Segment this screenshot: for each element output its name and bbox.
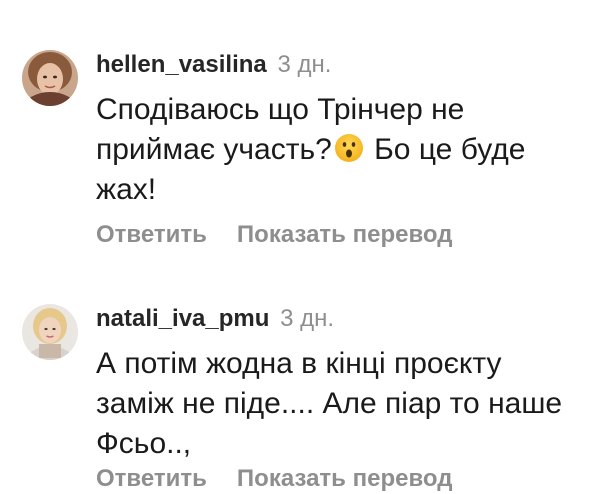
comment-actions: Ответить Показать перевод bbox=[96, 464, 452, 494]
username[interactable]: natali_iva_pmu bbox=[96, 305, 269, 332]
avatar[interactable] bbox=[22, 304, 78, 360]
translate-button[interactable]: Показать перевод bbox=[237, 221, 453, 248]
surprised-face-icon bbox=[334, 134, 363, 162]
comment-text: А потім жодна в кінці проєкту заміж не п… bbox=[96, 347, 563, 460]
avatar[interactable] bbox=[22, 50, 78, 106]
reply-button[interactable]: Ответить bbox=[96, 221, 207, 248]
reply-button[interactable]: Ответить bbox=[96, 465, 207, 492]
comment-text: Сподіваюсь що Трінчер не приймає участь?… bbox=[96, 90, 586, 210]
comment-actions: Ответить Показать перевод bbox=[96, 220, 452, 250]
timestamp: 3 дн. bbox=[277, 51, 332, 78]
username[interactable]: hellen_vasilina bbox=[96, 51, 267, 78]
translate-button[interactable]: Показать перевод bbox=[237, 465, 453, 492]
comment-meta: hellen_vasilina 3 дн. bbox=[96, 50, 331, 80]
timestamp: 3 дн. bbox=[280, 305, 335, 332]
comment-meta: natali_iva_pmu 3 дн. bbox=[96, 304, 334, 334]
